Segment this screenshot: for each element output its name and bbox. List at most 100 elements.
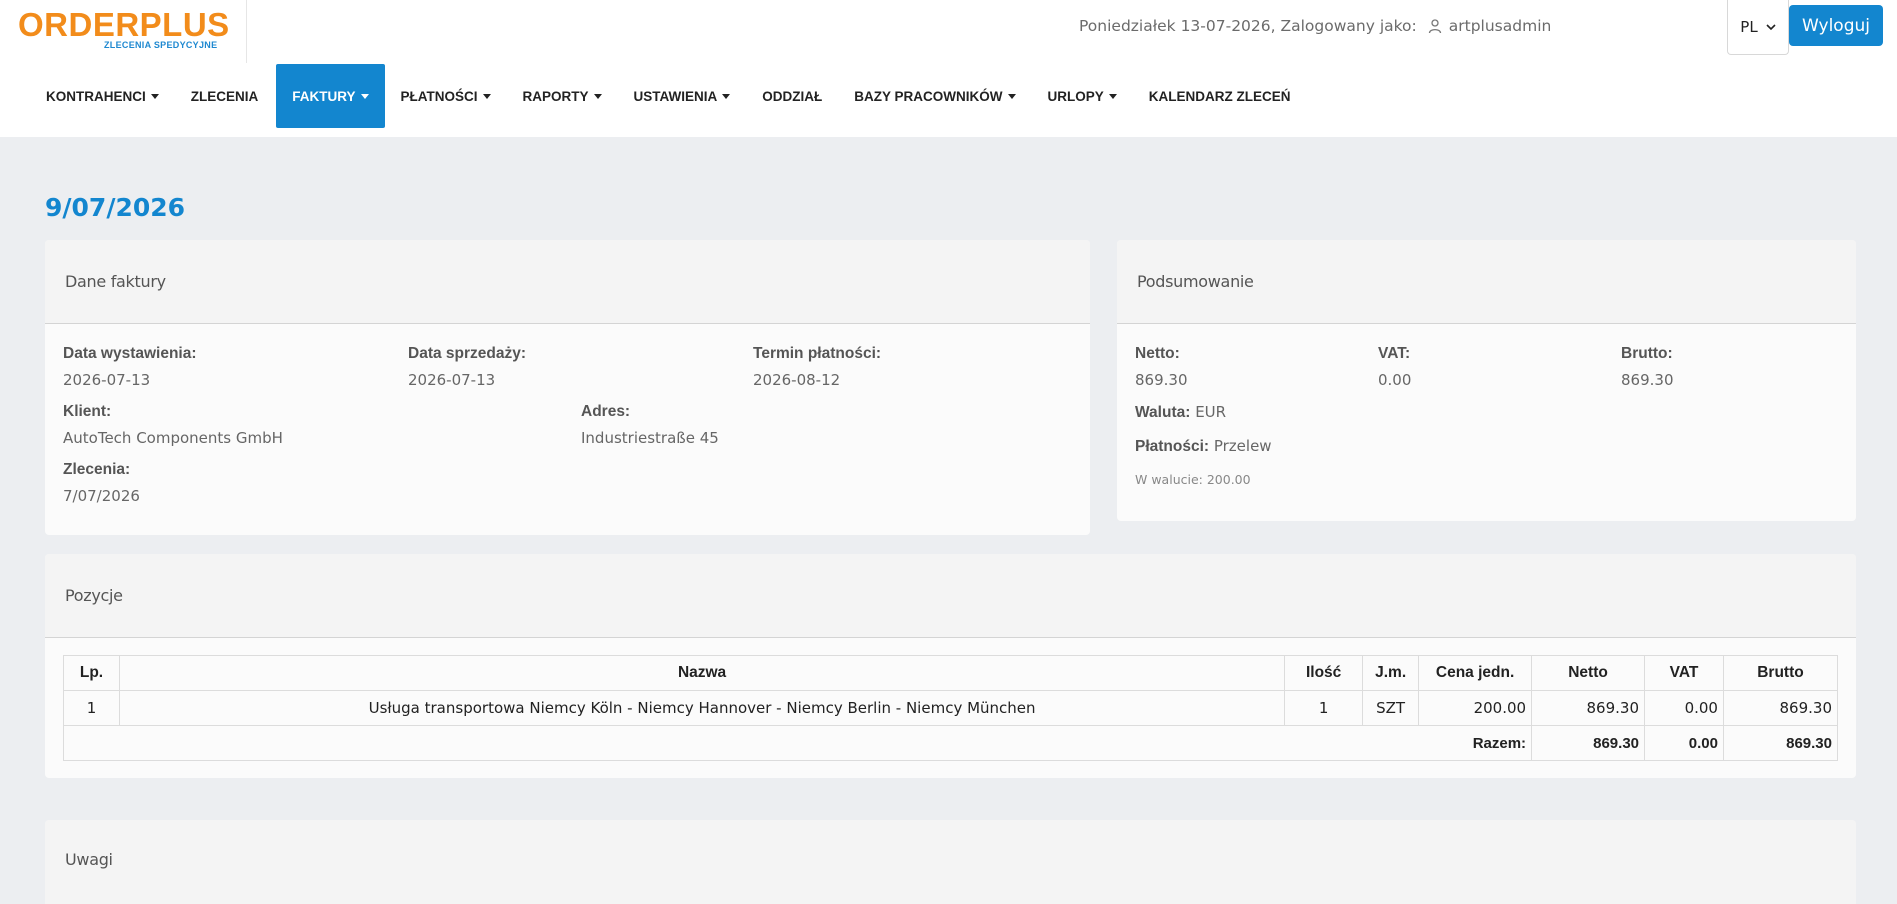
client-value: AutoTech Components GmbH: [63, 429, 283, 447]
due-date-label: Termin płatności:: [753, 345, 882, 362]
caret-down-icon: [150, 93, 159, 99]
nav-platnosci[interactable]: PŁATNOŚCI: [385, 64, 507, 128]
nav-label: USTAWIENIA: [633, 88, 718, 104]
cell-lp: 1: [63, 690, 120, 726]
orders-field: Zlecenia: 7/07/2026: [63, 461, 140, 505]
logo-sub-text: ZLECENIA SPEDYCYJNE: [104, 40, 218, 50]
summary-card: Podsumowanie Netto: 869.30 VAT: 0.00 Bru…: [1117, 240, 1856, 521]
orders-label: Zlecenia:: [63, 461, 131, 478]
summary-card-header: Podsumowanie: [1117, 240, 1856, 324]
nav-label: ODDZIAŁ: [762, 88, 823, 104]
address-label: Adres:: [581, 403, 631, 420]
net-value: 869.30: [1135, 371, 1188, 389]
invoice-data-card: Dane faktury Data wystawienia: 2026-07-1…: [45, 240, 1090, 535]
user-info: Poniedziałek 13-07-2026, Zalogowany jako…: [1079, 17, 1551, 35]
items-table: Lp. Nazwa Ilość J.m. Cena jedn. Netto VA…: [62, 655, 1839, 761]
sale-date-label: Data sprzedaży:: [408, 345, 527, 362]
nav-faktury[interactable]: FAKTURY: [276, 64, 385, 128]
nav-zlecenia[interactable]: ZLECENIA: [175, 64, 275, 128]
net-label: Netto:: [1135, 345, 1180, 362]
client-field: Klient: AutoTech Components GmbH: [63, 403, 283, 447]
net-field: Netto: 869.30: [1135, 345, 1188, 389]
language-select[interactable]: PL: [1727, 0, 1789, 55]
nav-label: KALENDARZ ZLECEŃ: [1148, 88, 1291, 104]
issue-date-value: 2026-07-13: [63, 371, 151, 389]
cell-net: 869.30: [1531, 690, 1646, 726]
nav-label: PŁATNOŚCI: [400, 88, 478, 104]
nav-label: URLOPY: [1047, 88, 1104, 104]
payment-field: Płatności: Przelew: [1135, 437, 1272, 456]
gross-value: 869.30: [1621, 371, 1674, 389]
address-value: Industriestraße 45: [581, 429, 719, 447]
table-total-row: Razem: 869.30 0.00 869.30: [62, 725, 1839, 761]
cell-gross: 869.30: [1722, 690, 1839, 726]
currency-value: EUR: [1195, 403, 1227, 421]
chevron-down-icon: [1766, 23, 1776, 30]
nav-raporty[interactable]: RAPORTY: [507, 64, 618, 128]
nav-bazy-pracownikow[interactable]: BAZY PRACOWNIKÓW: [838, 64, 1031, 128]
currency-field: Waluta: EUR: [1135, 403, 1226, 422]
due-date-value: 2026-08-12: [753, 371, 841, 389]
sale-date-field: Data sprzedaży: 2026-07-13: [408, 345, 526, 389]
cell-vat: 0.00: [1644, 690, 1724, 726]
logo-main-text: ORDERPLUS: [18, 6, 230, 43]
cell-unit-price: 200.00: [1418, 690, 1533, 726]
vat-field: VAT: 0.00: [1378, 345, 1411, 389]
col-header-name: Nazwa: [118, 655, 1286, 691]
issue-date-field: Data wystawienia: 2026-07-13: [63, 345, 197, 389]
date-login-text: Poniedziałek 13-07-2026, Zalogowany jako…: [1079, 17, 1417, 35]
nav-kalendarz-zlecen[interactable]: KALENDARZ ZLECEŃ: [1133, 64, 1307, 128]
col-header-unit: J.m.: [1362, 655, 1420, 691]
col-header-unit-price: Cena jedn.: [1418, 655, 1533, 691]
caret-down-icon: [593, 93, 602, 99]
payment-value: Przelew: [1213, 437, 1272, 455]
nav-label: ZLECENIA: [190, 88, 259, 104]
vat-label: VAT:: [1378, 345, 1411, 362]
client-label: Klient:: [63, 403, 112, 420]
issue-date-label: Data wystawienia:: [63, 345, 197, 362]
col-header-gross: Brutto: [1722, 655, 1839, 691]
total-label: Razem:: [62, 725, 1533, 761]
nav-label: BAZY PRACOWNIKÓW: [854, 88, 1003, 104]
nav-label: FAKTURY: [292, 88, 356, 104]
total-vat: 0.00: [1644, 725, 1724, 761]
user-icon: [1428, 19, 1441, 34]
items-card: Pozycje Lp. Nazwa Ilość J.m. Cena jedn. …: [45, 554, 1856, 778]
cell-qty: 1: [1284, 690, 1364, 726]
notes-card: Uwagi: [45, 820, 1856, 904]
col-header-vat: VAT: [1644, 655, 1724, 691]
nav-urlopy[interactable]: URLOPY: [1032, 64, 1133, 128]
col-header-net: Netto: [1531, 655, 1646, 691]
table-header-row: Lp. Nazwa Ilość J.m. Cena jedn. Netto VA…: [63, 655, 1839, 691]
gross-field: Brutto: 869.30: [1621, 345, 1674, 389]
nav-label: KONTRAHENCI: [46, 88, 146, 104]
total-net: 869.30: [1531, 725, 1646, 761]
page-title: 9/07/2026: [45, 193, 186, 222]
nav-oddzial[interactable]: ODDZIAŁ: [746, 64, 838, 128]
logo[interactable]: ORDERPLUS ZLECENIA SPEDYCYJNE: [0, 0, 247, 63]
language-value: PL: [1740, 18, 1758, 36]
table-row: 1 Usługa transportowa Niemcy Köln - Niem…: [63, 690, 1839, 726]
in-currency-note: W walucie: 200.00: [1135, 472, 1251, 487]
nav-ustawienia[interactable]: USTAWIENIA: [618, 64, 747, 128]
address-field: Adres: Industriestraße 45: [581, 403, 719, 447]
currency-label: Waluta:: [1135, 404, 1191, 421]
nav-label: RAPORTY: [522, 88, 589, 104]
gross-label: Brutto:: [1621, 345, 1673, 362]
notes-card-header: Uwagi: [45, 820, 1856, 904]
col-header-qty: Ilość: [1284, 655, 1364, 691]
main-nav: KONTRAHENCI ZLECENIA FAKTURY PŁATNOŚCI R…: [30, 64, 1307, 128]
cell-unit: SZT: [1362, 690, 1420, 726]
nav-kontrahenci[interactable]: KONTRAHENCI: [30, 64, 175, 128]
sale-date-value: 2026-07-13: [408, 371, 496, 389]
username: artplusadmin: [1448, 17, 1552, 35]
payment-label: Płatności:: [1135, 438, 1210, 455]
items-card-header: Pozycje: [45, 554, 1856, 638]
col-header-lp: Lp.: [63, 655, 120, 691]
cell-name: Usługa transportowa Niemcy Köln - Niemcy…: [118, 690, 1286, 726]
due-date-field: Termin płatności: 2026-08-12: [753, 345, 881, 389]
order-link[interactable]: 7/07/2026: [63, 487, 140, 505]
caret-down-icon: [1108, 93, 1117, 99]
logout-button[interactable]: Wyloguj: [1789, 5, 1883, 46]
total-gross: 869.30: [1722, 725, 1839, 761]
